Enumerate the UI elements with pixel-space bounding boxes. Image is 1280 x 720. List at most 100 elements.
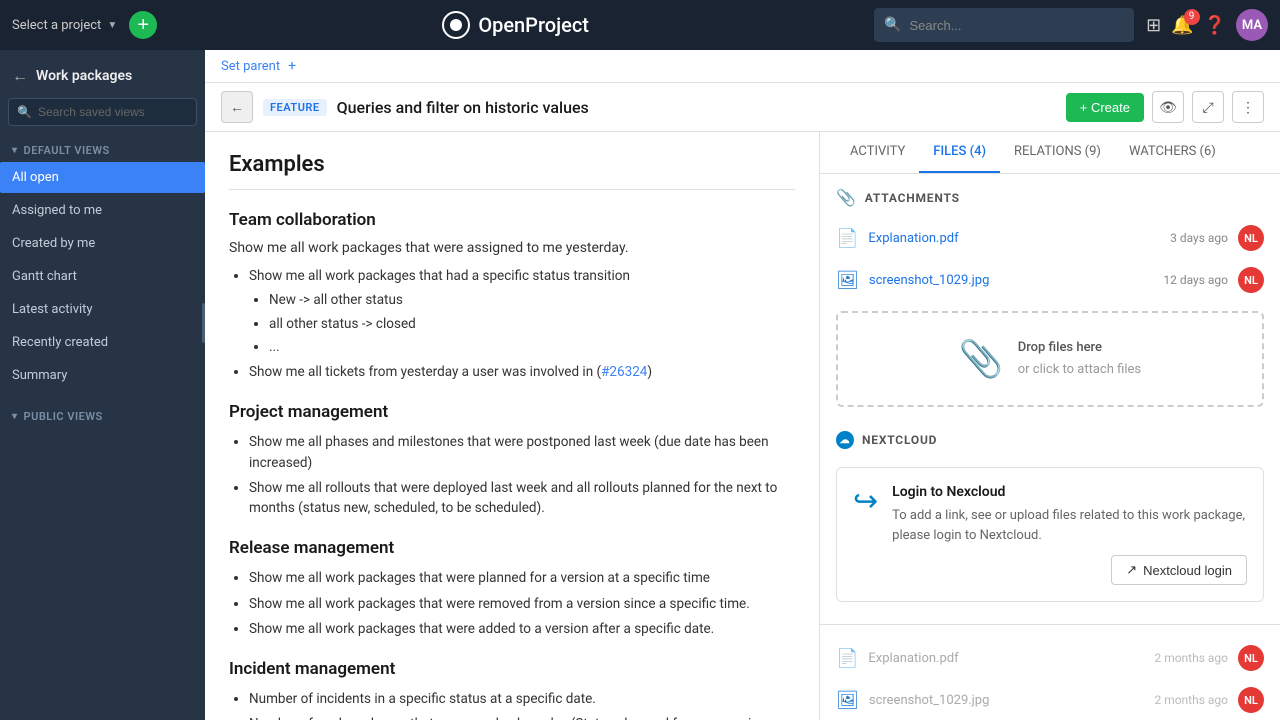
nextcloud-login-content: Login to Nexcloud To add a link, see or … xyxy=(892,484,1247,585)
tabs-bar: ACTIVITY FILES (4) RELATIONS (9) WATCHER… xyxy=(820,132,1280,174)
create-button[interactable]: + Create xyxy=(1066,93,1144,122)
sidebar-item-created-by-me[interactable]: Created by me xyxy=(0,228,205,259)
tab-activity[interactable]: ACTIVITY xyxy=(836,132,919,173)
drop-zone[interactable]: 📎 Drop files here or click to attach fil… xyxy=(836,311,1264,407)
pdf-icon-bottom-0: 📄 xyxy=(836,648,858,669)
sidebar-item-latest-activity[interactable]: Latest activity xyxy=(0,294,205,325)
sidebar: ← Work packages 🔍 ▾ DEFAULT VIEWS All op… xyxy=(0,50,205,720)
drop-sub-text: or click to attach files xyxy=(1018,359,1141,381)
right-panel: ACTIVITY FILES (4) RELATIONS (9) WATCHER… xyxy=(820,132,1280,720)
wp-actions: + Create 👁 ⤢ ⋮ xyxy=(1066,91,1264,123)
bottom-attachment-item-1[interactable]: 🖼 screenshot_1029.jpg 2 months ago NL xyxy=(820,679,1280,720)
image-icon: 🖼 xyxy=(836,270,859,291)
nextcloud-login-btn-row: ↗ Nextcloud login xyxy=(892,555,1247,585)
search-input[interactable] xyxy=(910,18,1125,33)
add-project-button[interactable]: + xyxy=(129,11,157,39)
list-item: Show me all work packages that were remo… xyxy=(249,594,795,614)
list-item: Show me all tickets from yesterday a use… xyxy=(249,362,795,382)
set-parent-link[interactable]: Set parent xyxy=(221,59,280,74)
grid-icon[interactable]: ⊞ xyxy=(1146,15,1161,36)
bottom-file-avatar-1: NL xyxy=(1238,687,1264,713)
file-name-1[interactable]: screenshot_1029.jpg xyxy=(869,273,1154,288)
bottom-file-meta-1: 2 months ago xyxy=(1154,693,1228,707)
notifications-icon[interactable]: 🔔 9 xyxy=(1171,15,1193,36)
file-avatar-0: NL xyxy=(1238,225,1264,251)
sidebar-back[interactable]: ← Work packages xyxy=(0,50,205,98)
sidebar-item-recently-created[interactable]: Recently created xyxy=(0,327,205,358)
wp-title-bar: ← FEATURE Queries and filter on historic… xyxy=(205,83,1280,132)
nextcloud-login-box: ↪ Login to Nexcloud To add a link, see o… xyxy=(836,467,1264,602)
back-button[interactable]: ← xyxy=(221,91,253,123)
sidebar-item-assigned-to-me[interactable]: Assigned to me xyxy=(0,195,205,226)
attachment-item-1[interactable]: 🖼 screenshot_1029.jpg 12 days ago NL xyxy=(820,259,1280,301)
list-item: New -> all other status xyxy=(269,290,795,310)
list-item: Show me all phases and milestones that w… xyxy=(249,432,795,473)
attachment-item-0[interactable]: 📄 Explanation.pdf 3 days ago NL xyxy=(820,217,1280,259)
external-link-icon: ↗ xyxy=(1126,562,1137,578)
main-content-area: Set parent + ← FEATURE Queries and filte… xyxy=(205,50,1280,720)
project-selector-arrow: ▼ xyxy=(107,20,117,31)
drop-paperclip-icon: 📎 xyxy=(959,338,1004,380)
search-icon: 🔍 xyxy=(884,17,901,33)
sidebar-item-gantt-chart[interactable]: Gantt chart xyxy=(0,261,205,292)
nextcloud-login-desc: To add a link, see or upload files relat… xyxy=(892,506,1247,545)
ticket-link[interactable]: #26324 xyxy=(601,364,647,380)
default-views-label[interactable]: ▾ DEFAULT VIEWS xyxy=(0,136,205,161)
section-heading-3: Incident management xyxy=(229,659,795,679)
files-content: 📎 ATTACHMENTS 📄 Explanation.pdf 3 days a… xyxy=(820,174,1280,720)
list-item: Number of incidents in a specific status… xyxy=(249,689,795,709)
main-layout: ← Work packages 🔍 ▾ DEFAULT VIEWS All op… xyxy=(0,50,1280,720)
project-selector-label: Select a project xyxy=(12,18,101,33)
more-options-button[interactable]: ⋮ xyxy=(1232,91,1264,123)
section-team-collaboration: Team collaboration Show me all work pack… xyxy=(229,210,795,382)
help-icon[interactable]: ❓ xyxy=(1204,15,1226,36)
feature-badge: FEATURE xyxy=(263,99,327,116)
section-incident-management: Incident management Number of incidents … xyxy=(229,659,795,720)
content-title: Examples xyxy=(229,152,795,190)
sidebar-item-summary[interactable]: Summary xyxy=(0,360,205,391)
left-panel: Examples Team collaboration Show me all … xyxy=(205,132,820,720)
content-split: Examples Team collaboration Show me all … xyxy=(205,132,1280,720)
nextcloud-login-button[interactable]: ↗ Nextcloud login xyxy=(1111,555,1247,585)
list-item: Show me all work packages that were adde… xyxy=(249,619,795,639)
search-saved-views[interactable]: 🔍 xyxy=(8,98,197,126)
notification-badge: 9 xyxy=(1184,9,1200,25)
search-saved-input[interactable] xyxy=(38,105,188,119)
bottom-attachment-item-0[interactable]: 📄 Explanation.pdf 2 months ago NL xyxy=(820,637,1280,679)
file-meta-0: 3 days ago xyxy=(1170,231,1228,245)
section-list-3: Number of incidents in a specific status… xyxy=(229,689,795,720)
section-heading-2: Release management xyxy=(229,538,795,558)
nextcloud-section: ☁ NEXTCLOUD ↪ Login to Nexcloud To add a… xyxy=(820,417,1280,620)
global-search[interactable]: 🔍 xyxy=(874,8,1134,42)
sidebar-item-all-open[interactable]: All open xyxy=(0,162,205,193)
top-navigation: Select a project ▼ + OpenProject 🔍 ⊞ 🔔 9… xyxy=(0,0,1280,50)
list-item: Show me all work packages that were plan… xyxy=(249,568,795,588)
search-saved-icon: 🔍 xyxy=(17,105,32,119)
login-icon: ↪ xyxy=(853,484,878,519)
nextcloud-label: NEXTCLOUD xyxy=(862,433,937,447)
wp-title: Queries and filter on historic values xyxy=(337,98,1056,117)
tab-files[interactable]: FILES (4) xyxy=(919,132,1000,173)
fullscreen-button[interactable]: ⤢ xyxy=(1192,91,1224,123)
bottom-file-name-0[interactable]: Explanation.pdf xyxy=(868,651,1144,666)
project-selector[interactable]: Select a project ▼ xyxy=(12,18,117,33)
public-views-label[interactable]: ▾ PUBLIC VIEWS xyxy=(0,402,205,427)
chevron-down-icon: ▾ xyxy=(12,145,18,156)
list-item: Show me all rollouts that were deployed … xyxy=(249,478,795,519)
bottom-file-name-1[interactable]: screenshot_1029.jpg xyxy=(869,693,1145,708)
chevron-down-icon-2: ▾ xyxy=(12,411,18,422)
file-name-0[interactable]: Explanation.pdf xyxy=(868,231,1160,246)
tab-relations[interactable]: RELATIONS (9) xyxy=(1000,132,1115,173)
avatar[interactable]: MA xyxy=(1236,9,1268,41)
attachments-label: ATTACHMENTS xyxy=(865,191,960,205)
bottom-file-meta-0: 2 months ago xyxy=(1154,651,1228,665)
section-intro-0: Show me all work packages that were assi… xyxy=(229,240,795,256)
bottom-file-avatar-0: NL xyxy=(1238,645,1264,671)
preview-button[interactable]: 👁 xyxy=(1152,91,1184,123)
list-item: all other status -> closed xyxy=(269,314,795,334)
tab-watchers[interactable]: WATCHERS (6) xyxy=(1115,132,1230,173)
drop-text: Drop files here or click to attach files xyxy=(1018,337,1141,381)
img-icon-bottom-1: 🖼 xyxy=(836,690,859,711)
set-parent-plus-icon[interactable]: + xyxy=(288,58,296,74)
logo-text: OpenProject xyxy=(478,13,589,37)
